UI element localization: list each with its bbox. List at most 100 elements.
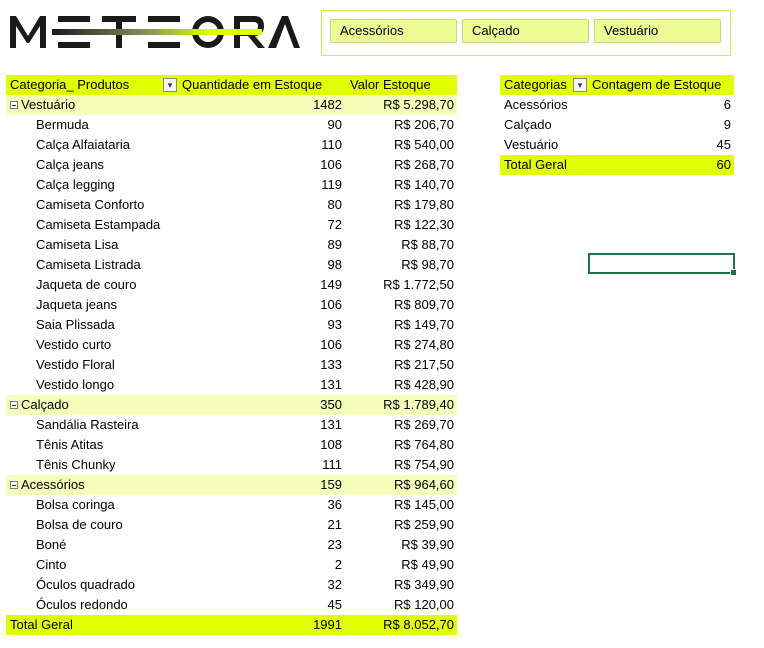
table-row[interactable]: Camiseta Conforto 80 R$ 179,80 xyxy=(6,195,457,215)
row-label: Acessórios xyxy=(21,477,85,492)
row-label: Vestido longo xyxy=(36,377,115,392)
table-row[interactable]: Calçado 9 xyxy=(500,115,734,135)
collapse-icon[interactable] xyxy=(10,481,18,489)
value-cell: R$ 1.789,40 xyxy=(383,397,454,412)
row-label: Calça jeans xyxy=(36,157,104,172)
grand-total-row[interactable]: Total Geral 60 xyxy=(500,155,734,175)
quantity-cell: 350 xyxy=(320,397,342,412)
value-cell: R$ 140,70 xyxy=(394,177,454,192)
value-cell: R$ 349,90 xyxy=(394,577,454,592)
value-cell: R$ 269,70 xyxy=(394,417,454,432)
quantity-cell: 133 xyxy=(320,357,342,372)
table-row[interactable]: Tênis Atitas 108 R$ 764,80 xyxy=(6,435,457,455)
table-row[interactable]: Vestido longo 131 R$ 428,90 xyxy=(6,375,457,395)
table-row[interactable]: Saia Plissada 93 R$ 149,70 xyxy=(6,315,457,335)
value-cell: R$ 259,90 xyxy=(394,517,454,532)
value-cell: R$ 754,90 xyxy=(394,457,454,472)
table-row[interactable]: Boné 23 R$ 39,90 xyxy=(6,535,457,555)
table-row[interactable]: Calça Alfaiataria 110 R$ 540,00 xyxy=(6,135,457,155)
quantity-cell: 119 xyxy=(321,177,342,192)
row-label: Camiseta Conforto xyxy=(36,197,145,212)
table-row[interactable]: Tênis Chunky 111 R$ 754,90 xyxy=(6,455,457,475)
quantity-cell: 106 xyxy=(320,337,342,352)
quantity-cell: 2 xyxy=(334,557,342,572)
row-label: Bolsa de couro xyxy=(36,517,123,532)
value-cell: R$ 39,90 xyxy=(401,537,454,552)
value-cell: R$ 122,30 xyxy=(394,217,454,232)
collapse-icon[interactable] xyxy=(10,101,18,109)
quantity-cell: 149 xyxy=(320,277,342,292)
table-row[interactable]: Jaqueta jeans 106 R$ 809,70 xyxy=(6,295,457,315)
value-cell: R$ 540,00 xyxy=(394,137,454,152)
row-label: Vestuário xyxy=(504,137,559,152)
quantity-cell: 131 xyxy=(320,377,342,392)
table-row[interactable]: Calça legging 119 R$ 140,70 xyxy=(6,175,457,195)
row-label: Sandália Rasteira xyxy=(36,417,139,432)
collapse-icon[interactable] xyxy=(10,401,18,409)
value-cell: R$ 88,70 xyxy=(401,237,454,252)
quantity-cell: 93 xyxy=(327,317,342,332)
table-row[interactable]: Camiseta Lisa 89 R$ 88,70 xyxy=(6,235,457,255)
table-row[interactable]: Vestido Floral 133 R$ 217,50 xyxy=(6,355,457,375)
table-row[interactable]: Cinto 2 R$ 49,90 xyxy=(6,555,457,575)
table-row[interactable]: Bermuda 90 R$ 206,70 xyxy=(6,115,457,135)
row-label: Óculos quadrado xyxy=(36,577,136,592)
count-cell: 45 xyxy=(716,137,731,152)
row-label: Bermuda xyxy=(36,117,89,132)
table-row[interactable]: Calça jeans 106 R$ 268,70 xyxy=(6,155,457,175)
table-row[interactable]: Óculos quadrado 32 R$ 349,90 xyxy=(6,575,457,595)
table-row[interactable]: Óculos redondo 45 R$ 120,00 xyxy=(6,595,457,615)
quantity-cell: 89 xyxy=(327,237,342,252)
quantity-cell: 80 xyxy=(327,197,342,212)
table-row[interactable]: Sandália Rasteira 131 R$ 269,70 xyxy=(6,415,457,435)
table-row[interactable]: Bolsa coringa 36 R$ 145,00 xyxy=(6,495,457,515)
header-value: Valor Estoque xyxy=(350,77,431,92)
row-label: Bolsa coringa xyxy=(36,497,115,512)
row-label: Calça legging xyxy=(36,177,115,192)
selected-cell[interactable] xyxy=(588,253,737,276)
quantity-cell: 110 xyxy=(321,137,342,152)
value-cell: R$ 964,60 xyxy=(394,477,454,492)
filter-dropdown-icon[interactable]: ▾ xyxy=(573,78,587,92)
value-cell: R$ 120,00 xyxy=(394,597,454,612)
quantity-cell: 159 xyxy=(320,477,342,492)
group-row[interactable]: Vestuário 1482 R$ 5.298,70 xyxy=(6,95,457,115)
filter-dropdown-icon[interactable]: ▾ xyxy=(163,78,177,92)
row-label: Óculos redondo xyxy=(36,597,128,612)
row-label: Saia Plissada xyxy=(36,317,115,332)
row-label: Boné xyxy=(36,537,67,552)
value-cell: R$ 1.772,50 xyxy=(383,277,454,292)
value-cell: R$ 98,70 xyxy=(401,257,454,272)
quantity-cell: 131 xyxy=(320,417,342,432)
table-row[interactable]: Vestido curto 106 R$ 274,80 xyxy=(6,335,457,355)
grand-total-row[interactable]: Total Geral 1991 R$ 8.052,70 xyxy=(6,615,457,635)
count-cell: 9 xyxy=(723,117,731,132)
table-row[interactable]: Bolsa de couro 21 R$ 259,90 xyxy=(6,515,457,535)
value-cell: R$ 145,00 xyxy=(394,497,454,512)
table-row[interactable]: Jaqueta de couro 149 R$ 1.772,50 xyxy=(6,275,457,295)
group-row[interactable]: Calçado 350 R$ 1.789,40 xyxy=(6,395,457,415)
slicer-item-vestuario[interactable]: Vestuário xyxy=(594,19,721,43)
row-label: Calçado xyxy=(21,397,69,412)
value-cell: R$ 149,70 xyxy=(394,317,454,332)
header-categories: Categorias xyxy=(504,77,567,92)
slicer-item-calcado[interactable]: Calçado xyxy=(462,19,589,43)
table-row[interactable]: Vestuário 45 xyxy=(500,135,734,155)
quantity-cell: 90 xyxy=(327,117,342,132)
row-label: Cinto xyxy=(36,557,67,572)
row-label: Jaqueta de couro xyxy=(36,277,137,292)
row-label: Camiseta Lisa xyxy=(36,237,119,252)
quantity-cell: 1482 xyxy=(313,97,342,112)
row-label: Camiseta Estampada xyxy=(36,217,161,232)
table-row[interactable]: Camiseta Estampada 72 R$ 122,30 xyxy=(6,215,457,235)
row-label: Total Geral xyxy=(504,157,567,172)
value-cell: R$ 764,80 xyxy=(394,437,454,452)
group-row[interactable]: Acessórios 159 R$ 964,60 xyxy=(6,475,457,495)
table-row[interactable]: Acessórios 6 xyxy=(500,95,734,115)
quantity-cell: 106 xyxy=(320,157,342,172)
table-row[interactable]: Camiseta Listrada 98 R$ 98,70 xyxy=(6,255,457,275)
header-category: Categoria_ Produtos xyxy=(10,77,130,92)
fill-handle[interactable] xyxy=(730,269,737,276)
row-label: Jaqueta jeans xyxy=(36,297,117,312)
slicer-item-acessorios[interactable]: Acessórios xyxy=(330,19,457,43)
